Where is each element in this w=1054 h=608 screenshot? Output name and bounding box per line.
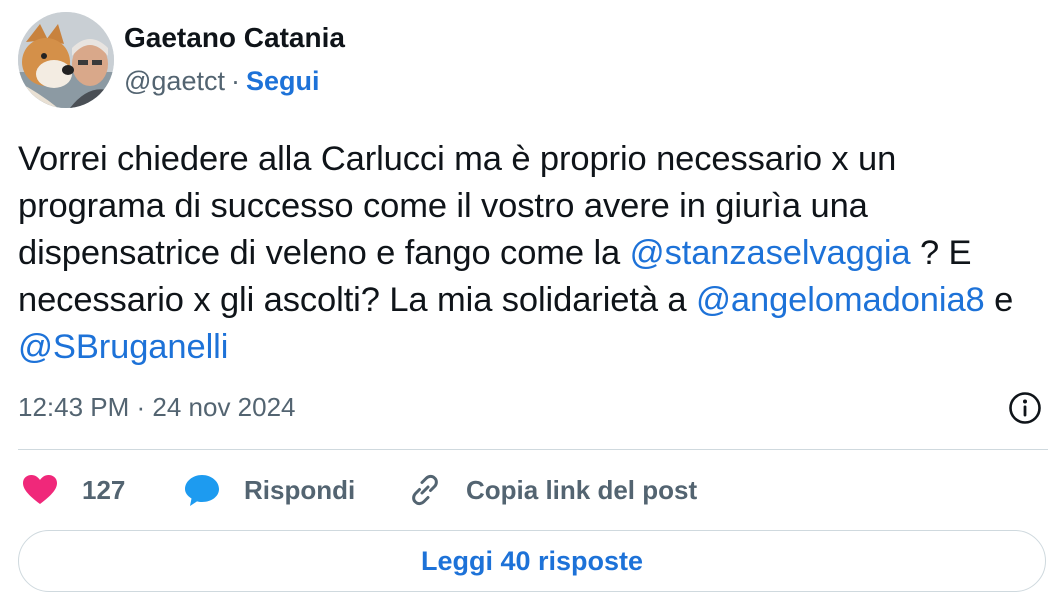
heart-icon xyxy=(23,475,57,504)
tweet-text-segment: e xyxy=(984,281,1014,319)
post-timestamp[interactable]: 12:43 PM · 24 nov 2024 xyxy=(18,392,296,423)
speech-bubble-icon xyxy=(185,475,219,506)
author-handle-row: @gaetct · Segui xyxy=(124,66,319,97)
reply-button[interactable]: Rispondi xyxy=(184,470,355,510)
mention-link[interactable]: @angelomadonia8 xyxy=(696,281,985,319)
avatar-photo xyxy=(18,12,114,108)
read-replies-button[interactable]: Leggi 40 risposte xyxy=(18,530,1046,592)
author-handle[interactable]: @gaetct xyxy=(124,66,225,96)
divider xyxy=(18,449,1048,450)
handle-separator: · xyxy=(230,66,240,96)
follow-button[interactable]: Segui xyxy=(246,66,320,96)
mention-link[interactable]: @stanzaselvaggia xyxy=(630,234,911,272)
link-icon xyxy=(412,474,438,506)
copy-link-button[interactable]: Copia link del post xyxy=(408,470,697,510)
copy-link-label: Copia link del post xyxy=(466,474,698,505)
info-icon[interactable] xyxy=(1008,391,1042,425)
like-count: 127 xyxy=(82,474,126,505)
like-button[interactable]: 127 xyxy=(22,470,125,510)
avatar[interactable] xyxy=(18,12,114,108)
reply-label: Rispondi xyxy=(244,474,356,505)
author-name[interactable]: Gaetano Catania xyxy=(124,22,345,54)
tweet-text: Vorrei chiedere alla Carlucci ma è propr… xyxy=(18,136,1048,371)
mention-link[interactable]: @SBruganelli xyxy=(18,328,228,366)
